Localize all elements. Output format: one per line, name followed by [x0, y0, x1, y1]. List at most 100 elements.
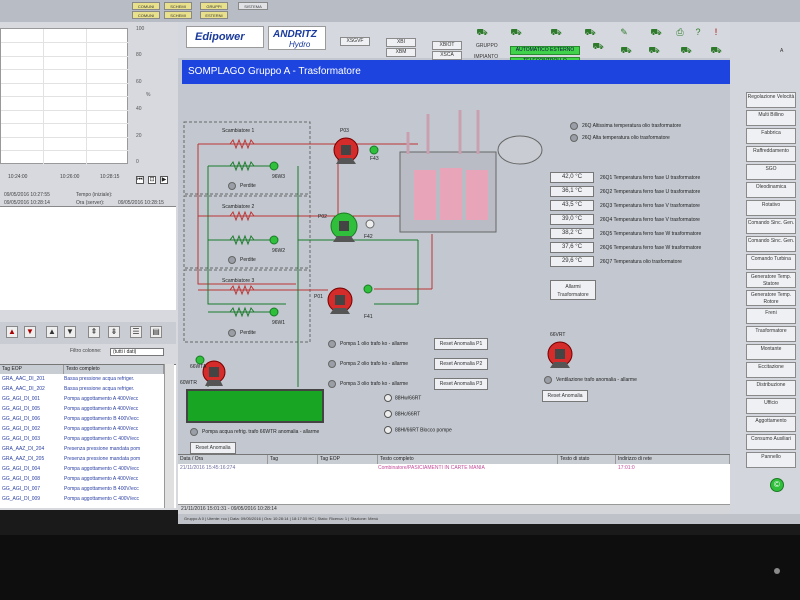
table-row[interactable]: GRA_AAC_DI_201 Bassa pressione acqua refr… — [0, 375, 176, 383]
flow-label: F42 — [364, 234, 373, 240]
top-btn-schemi[interactable]: SCHEMI — [164, 2, 192, 10]
nav-button[interactable]: Oleodinamica — [746, 182, 796, 198]
nav-button[interactable]: Freni — [746, 308, 796, 324]
btn-xsca[interactable]: XSCA — [432, 51, 462, 60]
help-icon[interactable]: ? — [690, 26, 706, 38]
event-text[interactable]: Combinatore/PASICIAMENTI IN CARTE MANIA — [378, 465, 485, 471]
table-row[interactable]: GG_AGI_DI_001 Pompa aggottamento A 400V/e… — [0, 395, 176, 403]
table-row[interactable]: GRA_AAC_DI_202 Bassa pressione acqua refr… — [0, 385, 176, 393]
nav-button[interactable]: Multi Billino — [746, 110, 796, 126]
row-text: Pompa aggottamento A 400V/ecc — [64, 426, 139, 432]
table-header-tag[interactable]: Tag EOP — [0, 365, 64, 374]
nav-button[interactable]: Ufficio — [746, 398, 796, 414]
sort-up-icon[interactable]: ⇞ — [88, 326, 100, 338]
trend-zoom-button[interactable]: ⊡ — [148, 176, 156, 184]
nav-button[interactable]: Comando Turbina — [746, 254, 796, 270]
event-header[interactable]: Data / Ora — [178, 455, 268, 464]
nav-button[interactable]: Raffreddamento — [746, 146, 796, 162]
nav-button[interactable]: Distribuzione — [746, 380, 796, 396]
pump-label: P02 — [318, 214, 327, 220]
top-btn-gruppi[interactable]: GRUPPI — [200, 2, 228, 10]
nav-button[interactable]: Comando Sinc. Gen. — [746, 236, 796, 252]
table-row[interactable]: GG_AGI_DI_005 Pompa aggottamento A 400V/e… — [0, 405, 176, 413]
page-icon[interactable]: ▤ — [150, 326, 162, 338]
top-btn-comuni[interactable]: COMUNI — [132, 2, 160, 10]
previous-icon[interactable]: ▼ — [24, 326, 36, 338]
nav-button[interactable]: SGO — [746, 164, 796, 180]
first-icon[interactable]: ▲ — [6, 326, 18, 338]
nav-button[interactable]: Montante — [746, 344, 796, 360]
btn-xbiot[interactable]: XBIOT — [432, 41, 462, 50]
event-state[interactable]: 17:01:0 — [618, 465, 635, 471]
tag-table: Tag EOP Testo completo GRA_AAC_DI_201 Bas… — [0, 364, 176, 508]
btn-xsgvf[interactable]: XSGVF — [340, 37, 370, 46]
down-icon[interactable]: ▼ — [64, 326, 76, 338]
unit-icon[interactable]: ⛟ — [582, 26, 598, 38]
table-row[interactable]: GRA_AAZ_DI_205 Presenza pressione mandata… — [0, 455, 176, 463]
unit-icon[interactable]: ⛟ — [708, 44, 724, 56]
refrig-reset-button[interactable]: Reset Anomalia — [190, 442, 236, 454]
up-icon[interactable]: ▲ — [46, 326, 58, 338]
event-header[interactable]: Tag — [268, 455, 318, 464]
event-header[interactable]: Tag EOP — [318, 455, 378, 464]
nav-button[interactable]: Generatore Temp. Rotore — [746, 290, 796, 306]
top-btn-comuni-2[interactable]: COMUNI — [132, 11, 160, 19]
sort-down-icon[interactable]: ⇟ — [108, 326, 120, 338]
confirm-icon[interactable]: © — [770, 478, 784, 492]
unit-icon[interactable]: ⛟ — [646, 44, 662, 56]
alert-icon[interactable]: ! — [708, 26, 724, 38]
nav-button[interactable]: Eccitazione — [746, 362, 796, 378]
print-icon[interactable]: ⎙ — [672, 26, 688, 38]
unit-icon[interactable]: ⛟ — [474, 26, 490, 38]
unit-icon[interactable]: ⛟ — [590, 40, 606, 52]
nav-button[interactable]: Comando Sinc. Gen. — [746, 218, 796, 234]
top-btn-schemi-2[interactable]: SCHEMI — [164, 11, 192, 19]
reset-pump-button[interactable]: Reset Anomalia P2 — [434, 358, 488, 370]
table-header-text[interactable]: Testo completo — [64, 365, 164, 374]
unit-icon[interactable]: ⛟ — [618, 44, 634, 56]
event-header[interactable]: Testo di stato — [558, 455, 616, 464]
btn-xbm[interactable]: XBM — [386, 48, 416, 57]
x-tick: 10:28:15 — [100, 174, 120, 180]
unit-icon[interactable]: ⛟ — [508, 26, 524, 38]
event-header[interactable]: Indirizzo di rete — [616, 455, 730, 464]
list-icon[interactable]: ☰ — [130, 326, 142, 338]
table-row[interactable]: GG_AGI_DI_003 Pompa aggottamento C 400V/e… — [0, 435, 176, 443]
row-text: Pompa aggottamento A 400V/ecc — [64, 396, 139, 402]
nav-button[interactable]: Fabbrica — [746, 128, 796, 144]
trend-play-button[interactable]: ▶ — [160, 176, 168, 184]
nav-button[interactable]: Generatore Temp. Statore — [746, 272, 796, 288]
row-text: Pompa aggottamento C 400V/ecc — [64, 496, 140, 502]
table-row[interactable]: GG_AGI_DI_006 Pompa aggottamento B 400V/e… — [0, 415, 176, 423]
top-btn-esterni[interactable]: ESTERNI — [200, 11, 228, 19]
table-row[interactable]: GG_AGI_DI_004 Pompa aggottamento C 400V/e… — [0, 465, 176, 473]
trend-back-button[interactable]: ⏮ — [136, 176, 144, 184]
tag-table-scrollbar[interactable] — [164, 364, 174, 508]
nav-button[interactable]: Aggottamento — [746, 416, 796, 432]
top-btn-sistema[interactable]: SISTEMA — [238, 2, 268, 10]
unit-icon[interactable]: ⛟ — [648, 26, 664, 38]
nav-button[interactable]: Consumo Ausiliari — [746, 434, 796, 450]
table-row[interactable]: GG_AGI_DI_002 Pompa aggottamento A 400V/e… — [0, 425, 176, 433]
table-row[interactable]: GG_AGI_DI_007 Pompa aggottamento B 400V/e… — [0, 485, 176, 493]
event-date[interactable]: 21/11/2016 15:45:16:274 — [180, 465, 235, 471]
event-header[interactable]: Testo completo — [378, 455, 558, 464]
nav-button[interactable]: Pannello — [746, 452, 796, 468]
unit-icon[interactable]: ⛟ — [548, 26, 564, 38]
reset-pump-button[interactable]: Reset Anomalia P3 — [434, 378, 488, 390]
nav-button[interactable]: Regolazione Velocità — [746, 92, 796, 108]
table-row[interactable]: GG_AGI_DI_008 Pompa aggottamento A 400V/e… — [0, 475, 176, 483]
filter-select[interactable]: (tutti i dati) — [110, 348, 164, 356]
btn-xbi[interactable]: XBI — [386, 38, 416, 47]
table-row[interactable]: GG_AGI_DI_009 Pompa aggottamento C 400V/e… — [0, 495, 176, 503]
nav-button[interactable]: Trasformatore — [746, 326, 796, 342]
reset-pump-button[interactable]: Reset Anomalia P1 — [434, 338, 488, 350]
unit-icon[interactable]: ⛟ — [678, 44, 694, 56]
nav-button[interactable]: Rotativo — [746, 200, 796, 216]
alarm-transformer-button[interactable]: Allarmi Trasformatore — [550, 280, 596, 300]
fan-reset-button[interactable]: Reset Anomalia — [542, 390, 588, 402]
badge-automatico-esterno: AUTOMATICO ESTERNO — [510, 46, 580, 55]
edit-icon[interactable]: ✎ — [616, 26, 632, 38]
message-list-area[interactable] — [0, 206, 176, 310]
table-row[interactable]: GRA_AAZ_DI_204 Presenza pressione mandata… — [0, 445, 176, 453]
